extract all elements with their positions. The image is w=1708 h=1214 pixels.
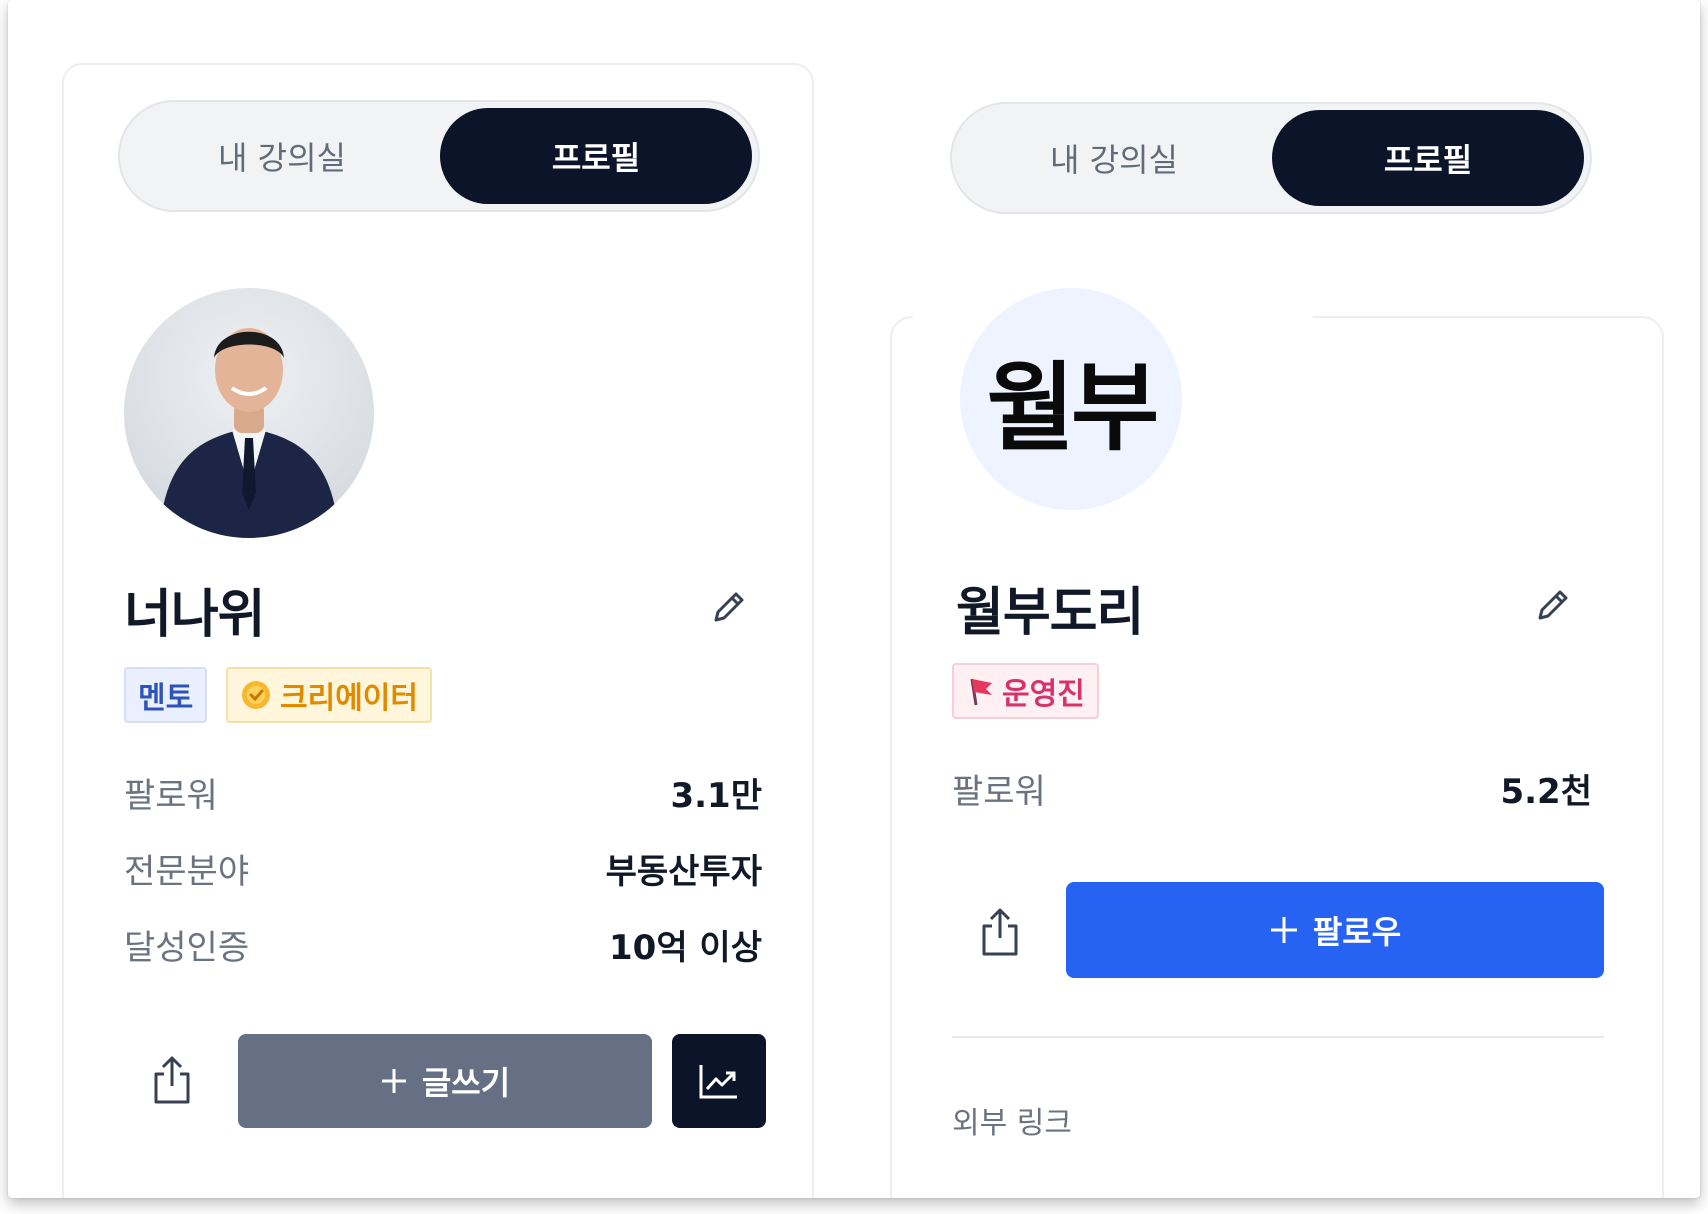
external-link-heading: 외부 링크 bbox=[952, 1106, 1072, 1141]
tab-switcher-left: 내 강의실 프로필 bbox=[118, 100, 760, 212]
stat-value-achievement: 10억 이상 bbox=[609, 928, 762, 968]
mentor-badge-label: 멘토 bbox=[138, 681, 194, 716]
staff-badge: 운영진 bbox=[952, 663, 1099, 719]
tab-profile[interactable]: 프로필 bbox=[1272, 110, 1584, 206]
profile-name: 월부도리 bbox=[956, 583, 1144, 643]
plus-icon bbox=[381, 1069, 406, 1093]
plus-icon bbox=[1270, 917, 1297, 943]
share-icon[interactable] bbox=[978, 906, 1022, 958]
tab-my-classroom[interactable]: 내 강의실 bbox=[126, 108, 438, 204]
stat-value-followers: 3.1만 bbox=[670, 776, 762, 816]
avatar: 월부 bbox=[960, 288, 1182, 510]
staff-badge-label: 운영진 bbox=[1002, 677, 1085, 712]
stat-label-followers: 팔로워 bbox=[124, 776, 218, 816]
stat-value-expertise: 부동산투자 bbox=[605, 852, 762, 892]
divider bbox=[952, 1036, 1604, 1038]
screenshot-frame: 내 강의실 프로필 너나위 멘토 크리에이터 팔로워 3.1만 전문분야 부동산… bbox=[8, 0, 1700, 1198]
pencil-icon[interactable] bbox=[1532, 586, 1572, 626]
stat-value-followers: 5.2천 bbox=[1500, 772, 1592, 812]
tab-profile[interactable]: 프로필 bbox=[440, 108, 752, 204]
stat-label-achievement: 달성인증 bbox=[124, 928, 250, 968]
check-seal-icon bbox=[242, 681, 270, 709]
write-post-button[interactable]: 글쓰기 bbox=[238, 1034, 652, 1128]
write-post-label: 글쓰기 bbox=[421, 1064, 511, 1102]
avatar-text: 월부 bbox=[986, 351, 1160, 464]
creator-badge: 크리에이터 bbox=[226, 667, 432, 723]
stat-label-expertise: 전문분야 bbox=[124, 852, 250, 892]
profile-name: 너나위 bbox=[124, 585, 266, 645]
pencil-icon[interactable] bbox=[708, 588, 748, 628]
mentor-badge: 멘토 bbox=[124, 667, 208, 723]
stat-label-followers: 팔로워 bbox=[952, 772, 1046, 812]
flag-icon bbox=[970, 678, 992, 706]
avatar bbox=[124, 288, 374, 538]
follow-label: 팔로우 bbox=[1312, 913, 1402, 951]
creator-badge-label: 크리에이터 bbox=[280, 681, 418, 716]
share-icon[interactable] bbox=[150, 1054, 194, 1106]
tab-my-classroom[interactable]: 내 강의실 bbox=[958, 110, 1270, 206]
person-photo bbox=[159, 328, 339, 538]
tab-switcher-right: 내 강의실 프로필 bbox=[950, 102, 1592, 214]
chart-trend-icon bbox=[699, 1065, 737, 1099]
follow-button[interactable]: 팔로우 bbox=[1066, 882, 1604, 978]
stats-button[interactable] bbox=[672, 1034, 766, 1128]
